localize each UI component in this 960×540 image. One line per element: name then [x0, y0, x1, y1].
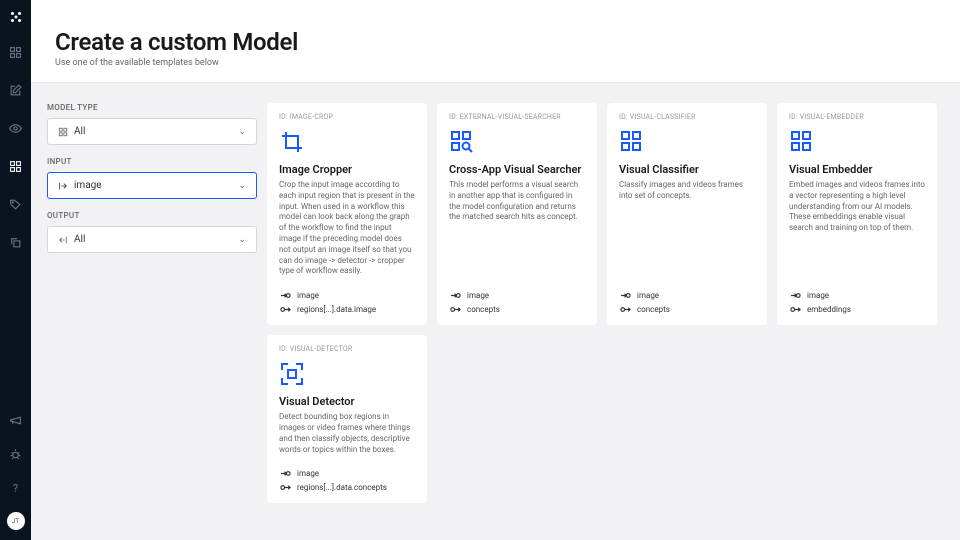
card-desc: Classify images and videos frames into s… — [619, 180, 755, 202]
card-id: ID: IMAGE-CROP — [279, 113, 415, 121]
output-io-icon — [279, 481, 291, 493]
input-io-icon — [279, 467, 291, 479]
input-arrow-icon — [58, 181, 68, 191]
filters-panel: MODEL TYPE All ⌄ INPUT image ⌄ OUTPUT — [47, 103, 257, 503]
filter-label-input: INPUT — [47, 157, 257, 166]
models-icon[interactable] — [6, 156, 26, 176]
grid-small-icon — [58, 127, 68, 137]
search-grid-icon — [449, 129, 475, 155]
eye-icon[interactable] — [6, 118, 26, 138]
card-input: image — [297, 291, 319, 300]
model-type-dropdown[interactable]: All ⌄ — [47, 118, 257, 145]
sidebar: ? JT — [0, 0, 31, 540]
card-input: image — [637, 291, 659, 300]
model-card-visual-embedder[interactable]: ID: VISUAL-EMBEDDER Visual Embedder Embe… — [777, 103, 937, 325]
card-title: Visual Classifier — [619, 163, 755, 176]
card-input: image — [807, 291, 829, 300]
output-arrow-icon — [58, 235, 68, 245]
card-title: Visual Detector — [279, 395, 415, 408]
card-title: Image Cropper — [279, 163, 415, 176]
card-desc: Embed images and videos frames into a ve… — [789, 180, 925, 234]
card-output: embeddings — [807, 305, 851, 314]
input-io-icon — [449, 289, 461, 301]
card-id: ID: EXTERNAL-VISUAL-SEARCHER — [449, 113, 585, 121]
avatar[interactable]: JT — [7, 512, 25, 530]
embedder-icon — [789, 129, 815, 155]
help-icon[interactable]: ? — [6, 478, 26, 498]
bug-icon[interactable] — [6, 444, 26, 464]
card-output: regions[...].data.concepts — [297, 483, 387, 492]
card-title: Cross-App Visual Searcher — [449, 163, 585, 176]
input-dropdown[interactable]: image ⌄ — [47, 172, 257, 199]
announce-icon[interactable] — [6, 410, 26, 430]
card-output: concepts — [467, 305, 500, 314]
model-card-image-crop[interactable]: ID: IMAGE-CROP Image Cropper Crop the in… — [267, 103, 427, 325]
card-id: ID: VISUAL-DETECTOR — [279, 345, 415, 353]
model-type-value: All — [74, 126, 85, 137]
card-desc: Crop the input image according to each i… — [279, 180, 415, 277]
card-output: concepts — [637, 305, 670, 314]
input-io-icon — [619, 289, 631, 301]
card-id: ID: VISUAL-CLASSIFIER — [619, 113, 755, 121]
grid-icon[interactable] — [6, 42, 26, 62]
tag-icon[interactable] — [6, 194, 26, 214]
main: Create a custom Model Use one of the ava… — [31, 0, 960, 540]
logo-icon — [9, 10, 23, 24]
filter-label-model-type: MODEL TYPE — [47, 103, 257, 112]
card-output: regions[...].data.image — [297, 305, 376, 314]
card-title: Visual Embedder — [789, 163, 925, 176]
cards-grid: ID: IMAGE-CROP Image Cropper Crop the in… — [267, 103, 946, 503]
detector-icon — [279, 361, 305, 387]
output-io-icon — [789, 303, 801, 315]
output-io-icon — [619, 303, 631, 315]
chevron-down-icon: ⌄ — [238, 127, 246, 137]
edit-icon[interactable] — [6, 80, 26, 100]
card-input: image — [467, 291, 489, 300]
output-io-icon — [279, 303, 291, 315]
page-subtitle: Use one of the available templates below — [55, 58, 960, 68]
output-dropdown[interactable]: All ⌄ — [47, 226, 257, 253]
card-desc: This model performs a visual search in a… — [449, 180, 585, 223]
model-card-visual-detector[interactable]: ID: VISUAL-DETECTOR Visual Detector Dete… — [267, 335, 427, 503]
input-io-icon — [789, 289, 801, 301]
page-title: Create a custom Model — [55, 28, 960, 56]
input-io-icon — [279, 289, 291, 301]
chevron-down-icon: ⌄ — [238, 181, 246, 191]
header: Create a custom Model Use one of the ava… — [31, 0, 960, 83]
card-input: image — [297, 469, 319, 478]
chevron-down-icon: ⌄ — [238, 235, 246, 245]
output-value: All — [74, 234, 85, 245]
input-value: image — [74, 180, 102, 191]
model-card-visual-classifier[interactable]: ID: VISUAL-CLASSIFIER Visual Classifier … — [607, 103, 767, 325]
card-id: ID: VISUAL-EMBEDDER — [789, 113, 925, 121]
crop-icon — [279, 129, 305, 155]
classifier-icon — [619, 129, 645, 155]
output-io-icon — [449, 303, 461, 315]
model-card-visual-searcher[interactable]: ID: EXTERNAL-VISUAL-SEARCHER Cross-App V… — [437, 103, 597, 325]
card-desc: Detect bounding box regions in images or… — [279, 412, 415, 455]
copy-icon[interactable] — [6, 232, 26, 252]
filter-label-output: OUTPUT — [47, 211, 257, 220]
